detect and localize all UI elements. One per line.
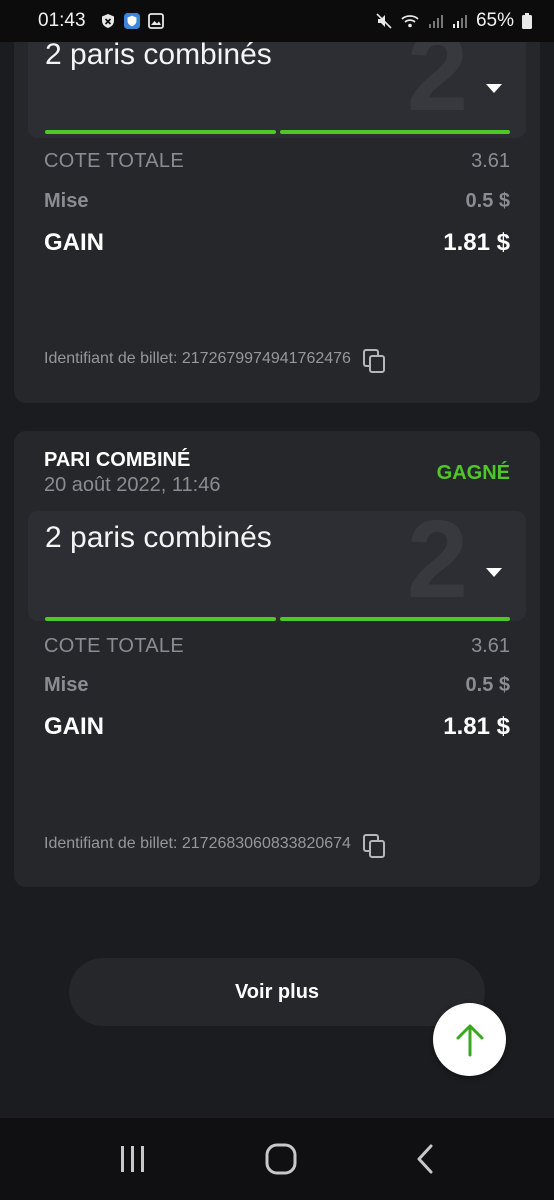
- combo-count: 2: [406, 511, 468, 621]
- gain-value: 1.81 $: [443, 713, 510, 740]
- bet-card: PARI COMBINÉ 20 août 2022, 11:46 GAGNÉ 2…: [14, 431, 540, 887]
- combo-title: 2 paris combinés: [45, 521, 272, 554]
- mise-row: Mise 0.5 $: [44, 190, 510, 213]
- status-time: 01:43: [38, 10, 86, 31]
- cote-row: COTE TOTALE 3.61: [44, 150, 510, 173]
- signal-icon: [428, 15, 443, 28]
- leg-bar: [279, 617, 510, 621]
- gain-label: GAIN: [44, 229, 104, 256]
- ticket-id: Identifiant de billet: 21726799749417624…: [44, 350, 351, 367]
- bet-card: 2 paris combinés 2 COTE TOTALE 3.61 Mise…: [14, 0, 540, 403]
- leg-bar: [279, 130, 510, 134]
- scroll-to-top-button[interactable]: [433, 1003, 506, 1076]
- back-icon[interactable]: [413, 1143, 437, 1175]
- wifi-icon: [401, 15, 419, 28]
- mute-icon: [376, 13, 392, 29]
- leg-progress-bars: [45, 130, 510, 134]
- home-icon[interactable]: [264, 1142, 298, 1176]
- arrow-up-icon: [456, 1024, 483, 1056]
- status-badge: GAGNÉ: [436, 462, 510, 484]
- recent-apps-icon[interactable]: [117, 1144, 149, 1174]
- bet-type: PARI COMBINÉ: [44, 449, 191, 471]
- signal-icon: [452, 15, 467, 28]
- shield-icon: [101, 14, 114, 28]
- security-shield-icon: [123, 13, 140, 29]
- battery-percent: 65%: [475, 10, 514, 31]
- voir-plus-button[interactable]: Voir plus: [69, 958, 485, 1026]
- cote-label: COTE TOTALE: [44, 150, 184, 172]
- ticket-id-row: Identifiant de billet: 21726830608338206…: [44, 834, 385, 858]
- gain-row: GAIN 1.81 $: [44, 229, 510, 257]
- mise-value: 0.5 $: [465, 674, 510, 696]
- mise-label: Mise: [44, 674, 89, 696]
- battery-icon: [522, 13, 532, 29]
- leg-progress-bars: [45, 617, 510, 621]
- cote-value: 3.61: [471, 635, 510, 657]
- ticket-id: Identifiant de billet: 21726830608338206…: [44, 835, 351, 852]
- leg-bar: [45, 617, 276, 621]
- gallery-icon: [147, 13, 164, 29]
- system-nav-bar: [0, 1118, 554, 1200]
- gain-value: 1.81 $: [443, 229, 510, 256]
- bet-date: 20 août 2022, 11:46: [44, 474, 221, 496]
- cote-label: COTE TOTALE: [44, 635, 184, 657]
- mise-value: 0.5 $: [465, 190, 510, 212]
- cote-row: COTE TOTALE 3.61: [44, 635, 510, 658]
- caret-down-icon: [486, 568, 502, 577]
- gain-label: GAIN: [44, 713, 104, 740]
- copy-icon[interactable]: [362, 349, 385, 373]
- mise-row: Mise 0.5 $: [44, 674, 510, 697]
- combo-title: 2 paris combinés: [45, 38, 272, 71]
- cote-value: 3.61: [471, 150, 510, 172]
- status-bar: 01:43 65%: [0, 0, 554, 42]
- leg-bar: [45, 130, 276, 134]
- gain-row: GAIN 1.81 $: [44, 713, 510, 741]
- combo-dropdown[interactable]: 2 paris combinés 2: [28, 511, 526, 621]
- mise-label: Mise: [44, 190, 89, 212]
- caret-down-icon: [486, 84, 502, 93]
- copy-icon[interactable]: [362, 834, 385, 858]
- ticket-id-row: Identifiant de billet: 21726799749417624…: [44, 349, 385, 373]
